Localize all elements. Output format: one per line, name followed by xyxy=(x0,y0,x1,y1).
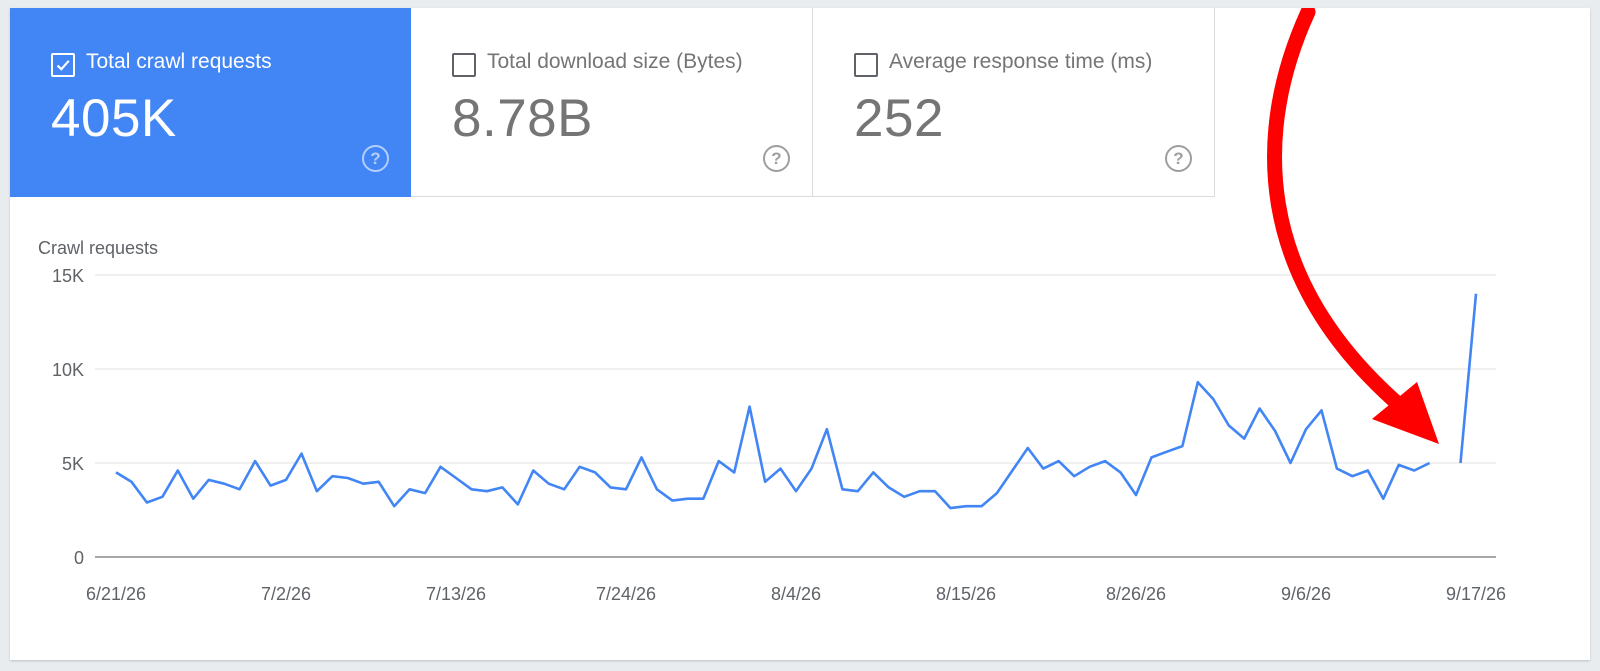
y-tick-label: 10K xyxy=(52,360,84,380)
crawl-requests-chart: Crawl requests 0 5K 10K 15K 6/21/26 7/2/26 7/… xyxy=(38,8,1506,604)
y-tick-label: 15K xyxy=(52,266,84,286)
x-tick-label: 7/24/26 xyxy=(596,584,656,604)
x-tick-label: 6/21/26 xyxy=(86,584,146,604)
red-arrow-annotation xyxy=(1267,8,1439,444)
x-tick-label: 7/13/26 xyxy=(426,584,486,604)
x-axis-tick-labels: 6/21/26 7/2/26 7/13/26 7/24/26 8/4/26 8/15/26… xyxy=(86,584,1506,604)
x-tick-label: 8/15/26 xyxy=(936,584,996,604)
x-tick-label: 7/2/26 xyxy=(261,584,311,604)
y-tick-label: 0 xyxy=(74,548,84,568)
series-line xyxy=(115,293,1478,510)
arrow-shaft xyxy=(1267,8,1413,418)
y-tick-label: 5K xyxy=(62,454,84,474)
chart-title: Crawl requests xyxy=(38,238,158,258)
chart-series xyxy=(115,293,1478,510)
x-tick-label: 9/17/26 xyxy=(1446,584,1506,604)
chart-gridlines xyxy=(95,274,1496,558)
x-tick-label: 8/4/26 xyxy=(771,584,821,604)
crawl-stats-card: Total crawl requests 405K ? Total downlo… xyxy=(10,8,1590,660)
x-tick-label: 9/6/26 xyxy=(1281,584,1331,604)
x-tick-label: 8/26/26 xyxy=(1106,584,1166,604)
y-axis-tick-labels: 0 5K 10K 15K xyxy=(52,266,84,568)
